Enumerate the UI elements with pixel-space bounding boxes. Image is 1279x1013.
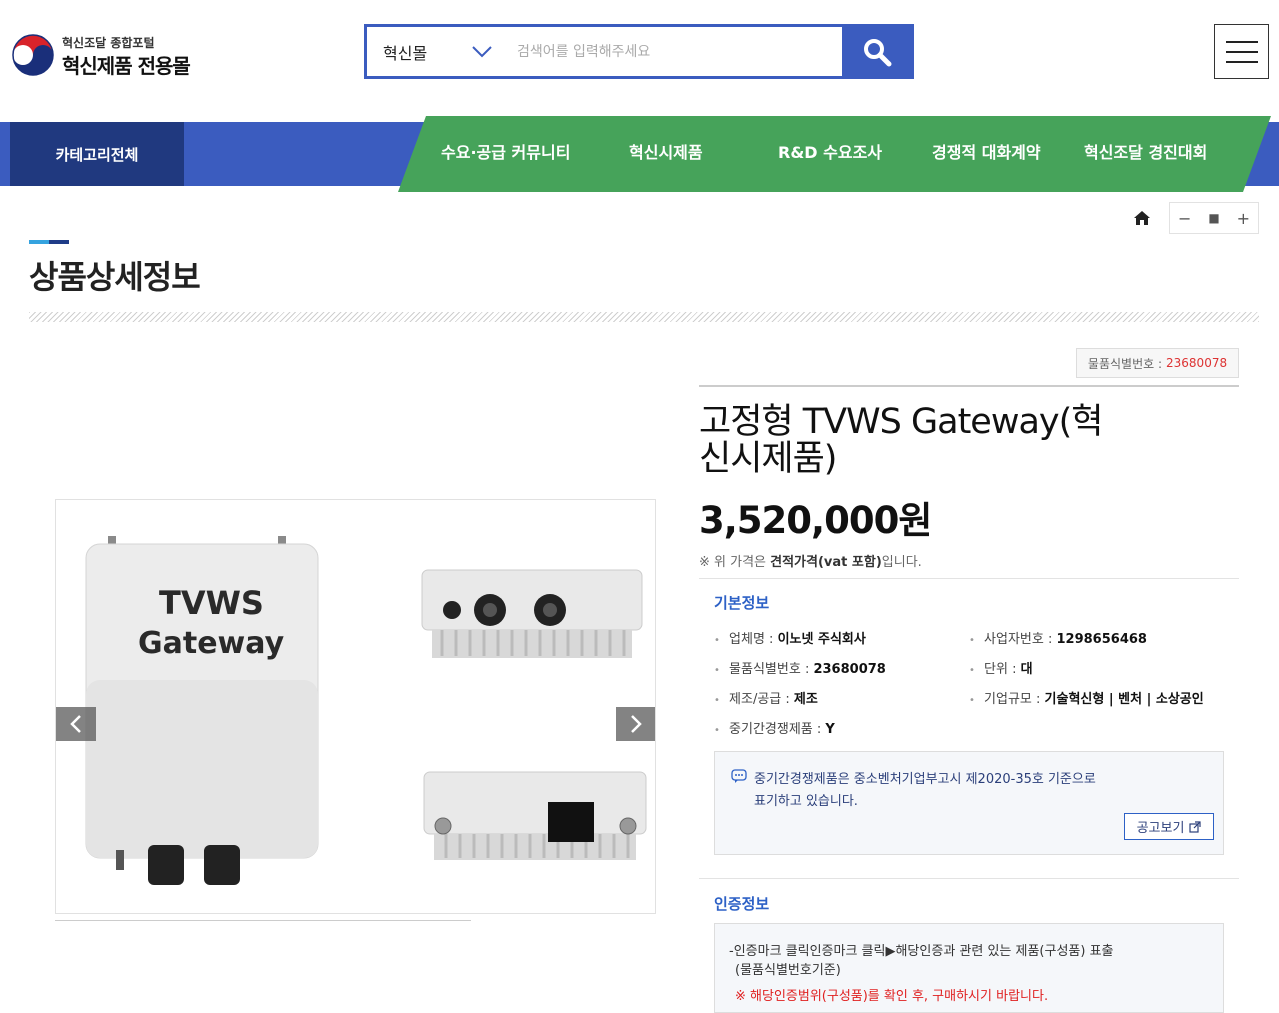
info-scale-value: 기술혁신형 | 벤처 | 소상공인 [1044, 692, 1204, 707]
notice-line1: 중기간경쟁제품은 중소벤처기업부고시 제2020-35호 기준으로 [754, 772, 1096, 787]
nav-all-categories[interactable]: 카테고리전체 [10, 122, 184, 186]
nav-item-prototype[interactable]: 혁신시제품 [629, 138, 703, 168]
product-price: 3,520,000원 [699, 499, 932, 542]
device-label-line1: TVWS [159, 584, 264, 622]
info-bizno-label: 사업자번호 : [984, 632, 1053, 647]
product-name: 고정형 TVWS Gateway(혁신시제품) [699, 402, 1103, 479]
info-supply-value: 제조 [793, 692, 818, 707]
home-icon[interactable] [1132, 208, 1152, 228]
page-title: 상품상세정보 [29, 258, 201, 296]
hamburger-line [1225, 50, 1258, 53]
thumbnail-strip-divider [55, 920, 471, 921]
cert-line1: -인증마크 클릭인증마크 클릭▶해당인증과 관련 있는 제품(구성품) 표출 [729, 944, 1114, 959]
logo-subtitle: 혁신조달 종합포털 [62, 36, 155, 50]
price-note-bold: 견적가격(vat 포함) [770, 555, 882, 570]
gallery-prev-button[interactable] [56, 707, 96, 741]
price-note-prefix: ※ 위 가격은 [699, 555, 771, 570]
cert-info-box: -인증마크 클릭인증마크 클릭▶해당인증과 관련 있는 제품(구성품) 표출 (… [714, 923, 1224, 1013]
hamburger-menu-button[interactable] [1214, 24, 1269, 79]
info-company-scale: 기업규모 : 기술혁신형 | 벤처 | 소상공인 [969, 688, 1204, 707]
nav-item-competitive-dialogue[interactable]: 경쟁적 대화계약 [932, 138, 1041, 168]
chevron-down-icon[interactable] [471, 41, 493, 63]
product-image [85, 536, 647, 885]
info-supply-type: 제조/공급 : 제조 [714, 688, 818, 707]
info-bizno-value: 1298656468 [1056, 632, 1147, 647]
search-bar: 혁신몰 [364, 24, 914, 79]
info-unit-label: 단위 : [984, 662, 1017, 677]
chevron-right-icon [631, 715, 642, 733]
title-divider [29, 312, 1259, 322]
zoom-reset-button[interactable]: ■ [1199, 203, 1228, 233]
product-image-gallery: TVWS Gateway [55, 499, 656, 914]
info-company: 업체명 : 이노넷 주식회사 [714, 628, 866, 647]
info-scale-label: 기업규모 : [984, 692, 1041, 707]
zoom-in-button[interactable]: + [1229, 203, 1258, 233]
government-emblem-icon [11, 33, 55, 77]
info-sku: 물품식별번호 : 23680078 [714, 658, 886, 677]
gallery-next-button[interactable] [616, 707, 655, 741]
hamburger-line [1225, 40, 1258, 43]
nav-item-contest[interactable]: 혁신조달 경진대회 [1084, 138, 1207, 168]
info-sme-value: Y [825, 722, 835, 737]
device-label-line2: Gateway [138, 626, 285, 661]
cert-warning: ※ 해당인증범위(구성품)를 확인 후, 구매하시기 바랍니다. [735, 989, 1049, 1004]
basic-info-title: 기본정보 [714, 594, 770, 612]
sme-notice-box: 중기간경쟁제품은 중소벤처기업부고시 제2020-35호 기준으로 표기하고 있… [714, 751, 1224, 855]
info-company-label: 업체명 : [729, 632, 774, 647]
cert-line2: (물품식별번호기준) [735, 963, 841, 978]
notice-line2: 표기하고 있습니다. [754, 794, 858, 809]
view-announcement-button[interactable]: 공고보기 [1124, 813, 1214, 840]
cert-info-title: 인증정보 [714, 895, 770, 913]
divider [699, 578, 1239, 579]
sku-value: 23680078 [1166, 356, 1228, 370]
search-category-label: 혁신몰 [383, 43, 428, 63]
nav-item-rnd-survey[interactable]: R&D 수요조사 [778, 138, 882, 168]
nav-item-community[interactable]: 수요·공급 커뮤니티 [441, 138, 570, 168]
info-supply-label: 제조/공급 : [729, 692, 790, 707]
price-note: ※ 위 가격은 견적가격(vat 포함)입니다. [699, 551, 922, 570]
zoom-out-button[interactable]: − [1170, 203, 1199, 233]
hamburger-line [1225, 60, 1258, 63]
search-icon [863, 38, 891, 66]
info-sku-value: 23680078 [813, 662, 886, 677]
external-link-icon [1189, 820, 1202, 833]
speech-bubble-icon [731, 769, 747, 783]
info-sme-label: 중기간경쟁제품 : [729, 722, 822, 737]
info-sku-label: 물품식별번호 : [729, 662, 810, 677]
divider [699, 385, 1239, 387]
search-button[interactable] [842, 27, 911, 76]
info-unit-value: 대 [1020, 662, 1033, 677]
sku-label: 물품식별번호 : [1087, 356, 1163, 371]
zoom-control: − ■ + [1169, 202, 1259, 234]
search-input[interactable] [517, 37, 837, 67]
info-unit: 단위 : 대 [969, 658, 1033, 677]
view-announcement-label: 공고보기 [1136, 821, 1185, 836]
info-business-number: 사업자번호 : 1298656468 [969, 628, 1147, 647]
site-logo[interactable]: 혁신조달 종합포털 혁신제품 전용몰 [10, 30, 210, 80]
chevron-left-icon [70, 715, 81, 733]
price-note-suffix: 입니다. [881, 555, 922, 570]
title-accent-bar [29, 240, 69, 244]
logo-title: 혁신제품 전용몰 [62, 54, 191, 78]
info-company-value: 이노넷 주식회사 [777, 632, 866, 647]
info-sme-product: 중기간경쟁제품 : Y [714, 718, 835, 737]
sku-badge: 물품식별번호 : 23680078 [1076, 348, 1239, 378]
divider [699, 878, 1239, 879]
